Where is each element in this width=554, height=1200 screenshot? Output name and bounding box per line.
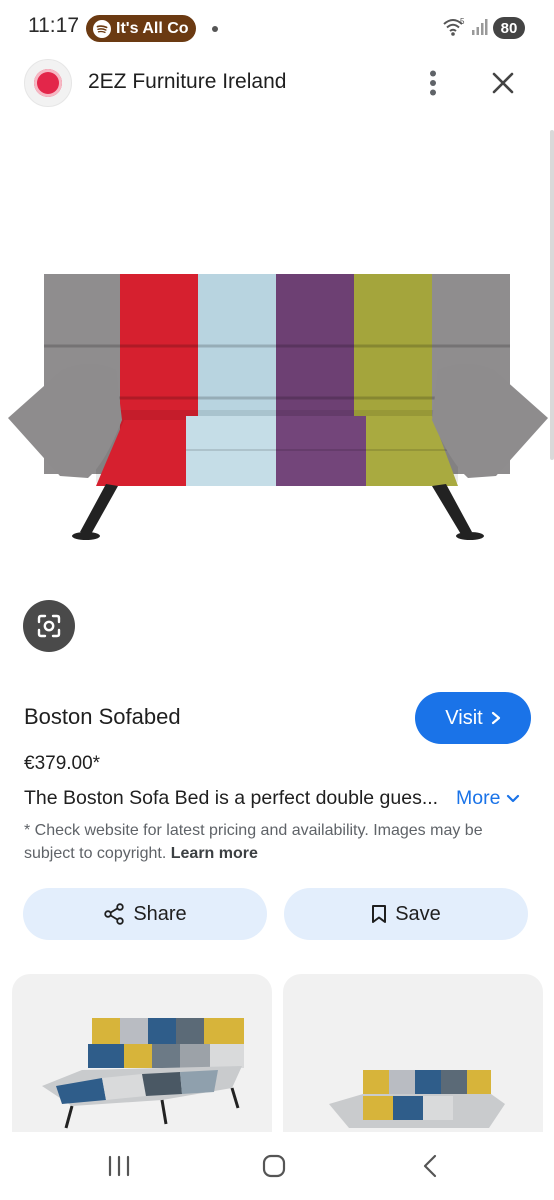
share-label: Share bbox=[133, 902, 187, 925]
share-icon bbox=[104, 903, 125, 925]
google-lens-button[interactable] bbox=[23, 600, 75, 652]
more-label: More bbox=[456, 787, 501, 809]
media-pill[interactable]: It's All Co bbox=[86, 15, 196, 42]
chevron-right-icon bbox=[491, 711, 500, 725]
home-icon bbox=[262, 1154, 286, 1178]
close-icon bbox=[492, 72, 514, 94]
site-logo-mark bbox=[34, 69, 62, 97]
more-options-button[interactable] bbox=[418, 65, 448, 101]
media-pill-text: It's All Co bbox=[116, 19, 189, 37]
battery-indicator: 80 bbox=[493, 17, 525, 39]
back-button[interactable] bbox=[410, 1150, 450, 1182]
related-sofa-image bbox=[329, 1070, 505, 1128]
notification-dot bbox=[212, 26, 218, 32]
wifi-icon: 5 bbox=[443, 17, 465, 36]
save-button[interactable]: Save bbox=[284, 888, 528, 940]
wifi-badge: 5 bbox=[460, 17, 465, 26]
home-button[interactable] bbox=[254, 1150, 294, 1182]
app-header: 2EZ Furniture Ireland bbox=[0, 55, 554, 113]
recents-button[interactable] bbox=[99, 1150, 139, 1182]
google-lens-icon bbox=[37, 614, 61, 638]
product-price: €379.00* bbox=[24, 753, 101, 774]
status-bar: 11:17 It's All Co 5 80 bbox=[0, 0, 554, 50]
product-image[interactable] bbox=[0, 250, 554, 550]
chevron-down-icon bbox=[507, 794, 520, 802]
close-button[interactable] bbox=[486, 65, 520, 101]
disclaimer: * Check website for latest pricing and a… bbox=[24, 819, 534, 865]
related-image-card[interactable] bbox=[283, 974, 543, 1154]
site-title[interactable]: 2EZ Furniture Ireland bbox=[88, 70, 286, 94]
visit-label: Visit bbox=[445, 706, 483, 729]
share-button[interactable]: Share bbox=[23, 888, 267, 940]
product-title: Boston Sofabed bbox=[24, 704, 181, 729]
more-vert-icon bbox=[430, 70, 436, 96]
bookmark-icon bbox=[372, 905, 387, 923]
spotify-icon bbox=[93, 19, 111, 38]
more-button[interactable]: More bbox=[456, 787, 520, 810]
signal-icon bbox=[472, 19, 488, 35]
learn-more-link[interactable]: Learn more bbox=[171, 845, 258, 862]
recents-icon bbox=[108, 1155, 130, 1177]
related-sofa-image bbox=[42, 1018, 244, 1129]
related-image-card[interactable] bbox=[12, 974, 272, 1154]
site-logo[interactable] bbox=[24, 59, 72, 107]
status-time: 11:17 bbox=[28, 14, 79, 37]
back-icon bbox=[423, 1154, 437, 1178]
system-nav-bar bbox=[0, 1132, 554, 1200]
visit-button[interactable]: Visit bbox=[415, 692, 531, 744]
save-label: Save bbox=[395, 902, 441, 925]
product-description: The Boston Sofa Bed is a perfect double … bbox=[24, 787, 439, 809]
